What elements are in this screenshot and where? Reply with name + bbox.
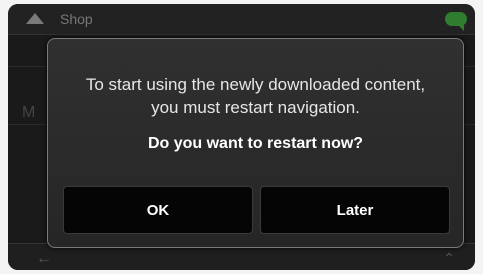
dialog-question: Do you want to restart now?	[147, 135, 364, 152]
chat-bubble-icon[interactable]	[445, 12, 467, 31]
dialog-message-line-1: To start using the newly downloaded cont…	[85, 75, 426, 94]
scroll-up-icon[interactable]: ⌃	[443, 251, 455, 265]
chevron-up-icon[interactable]	[26, 13, 44, 24]
topbar-title: Shop	[60, 11, 93, 27]
restart-dialog: To start using the newly downloaded cont…	[47, 38, 464, 248]
ok-button[interactable]: OK	[63, 186, 253, 234]
later-button[interactable]: Later	[260, 186, 450, 234]
back-arrow-icon[interactable]: ←	[36, 251, 52, 267]
background-list-initial: M	[22, 104, 36, 121]
app-screen: Shop M ← ⌃ To start using the newly down…	[8, 4, 475, 270]
dialog-message-line-2: you must restart navigation.	[151, 98, 360, 117]
top-bar: Shop	[8, 4, 475, 35]
dialog-message: To start using the newly downloaded cont…	[48, 73, 463, 119]
